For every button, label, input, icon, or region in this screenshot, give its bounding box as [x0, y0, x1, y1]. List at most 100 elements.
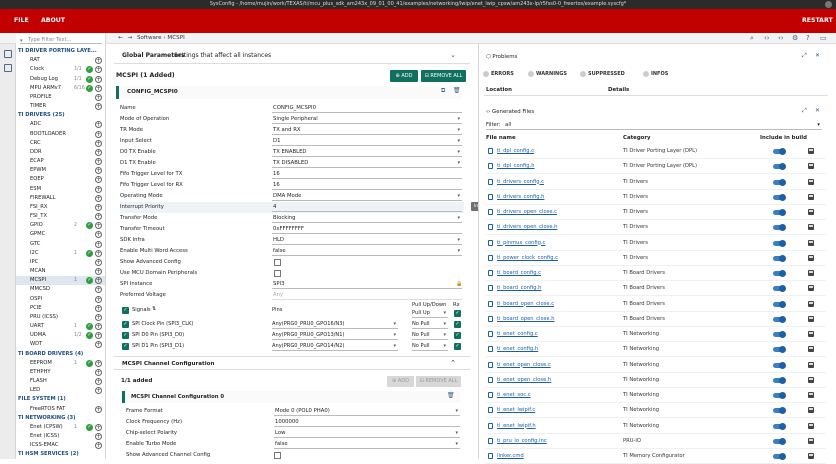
code-view-icon[interactable]: ‹› — [764, 34, 770, 42]
generated-expand-icon[interactable]: ⤢ — [802, 107, 807, 115]
tree-item[interactable]: ECAP + — [16, 157, 105, 166]
param-value[interactable]: CONFIG_MCSPI0 — [272, 104, 462, 113]
add-circle-icon[interactable]: + — [95, 93, 102, 101]
tree-item[interactable]: GPIO 2 ✓ + — [16, 221, 105, 230]
tree-item[interactable]: GPMC + — [16, 230, 105, 239]
param-value[interactable]: Blocking — [272, 214, 462, 223]
save-icon[interactable] — [808, 224, 814, 231]
file-link[interactable]: ti_drivers_config.h — [497, 190, 544, 205]
save-icon[interactable] — [808, 407, 814, 414]
include-toggle[interactable] — [773, 376, 786, 384]
channel-param-checkbox[interactable] — [274, 452, 281, 459]
include-toggle[interactable] — [773, 209, 786, 216]
add-circle-icon[interactable]: + — [95, 323, 102, 331]
back-icon[interactable]: ← — [118, 35, 123, 41]
tree-item[interactable]: Enet (ICSS) + — [16, 432, 105, 441]
include-toggle[interactable] — [773, 392, 786, 399]
tree-item[interactable]: OSPI + — [16, 295, 105, 304]
signal-pull-select[interactable]: No Pull — [412, 331, 448, 340]
signal-checkbox[interactable]: ✓ — [122, 343, 129, 350]
file-link[interactable]: ti_enet_soc.c — [497, 388, 531, 403]
tree-item[interactable]: Enet (CPSW) 1 ✓ + — [16, 423, 105, 432]
save-icon[interactable] — [808, 437, 814, 444]
layout-icon[interactable]: ▭ — [820, 34, 827, 42]
menu-about[interactable]: ABOUT — [41, 9, 65, 33]
signal-rx-checkbox[interactable]: ✓ — [454, 343, 461, 350]
add-circle-icon[interactable]: + — [95, 286, 102, 294]
tree-item[interactable]: FreeRTOS FAT + — [16, 405, 105, 414]
tree-group-header[interactable]: TI NETWORKING (3) — [16, 414, 105, 423]
chevron-up-icon[interactable]: ⌃ — [450, 359, 456, 367]
save-icon[interactable] — [808, 239, 814, 246]
copy-icon[interactable]: ⧉ — [441, 87, 445, 95]
add-circle-icon[interactable]: + — [95, 332, 102, 340]
problem-filter-chip[interactable]: INFOS — [643, 70, 668, 78]
add-circle-icon[interactable]: + — [95, 121, 102, 129]
add-circle-icon[interactable]: + — [95, 258, 102, 266]
tree-item[interactable]: FLASH + — [16, 377, 105, 386]
channel-param-value[interactable]: Mode 0 (POL0 PHA0) — [274, 407, 460, 416]
add-circle-icon[interactable]: + — [95, 139, 102, 147]
tree-item[interactable]: EEPROM 1 ✓ + — [16, 359, 105, 368]
tree-group-header[interactable]: TI BOARD DRIVERS (4) — [16, 350, 105, 359]
tree-item[interactable]: I2C 1 ✓ + — [16, 249, 105, 258]
include-toggle[interactable] — [773, 315, 786, 323]
include-toggle[interactable] — [773, 148, 786, 155]
tree-item[interactable]: MCAN + — [16, 267, 105, 276]
file-link[interactable]: ti_enet_lwipif.c — [497, 403, 535, 418]
add-circle-icon[interactable]: + — [95, 378, 102, 386]
menu-file[interactable]: FILE — [14, 9, 29, 33]
save-icon[interactable] — [808, 376, 814, 383]
save-icon[interactable] — [808, 270, 814, 276]
add-circle-icon[interactable]: + — [95, 176, 102, 184]
add-circle-icon[interactable]: + — [95, 66, 102, 74]
file-link[interactable]: ti_enet_open_close.c — [497, 358, 551, 373]
lock-icon[interactable]: 🔒 — [456, 279, 462, 290]
add-circle-icon[interactable]: + — [95, 167, 102, 175]
param-value[interactable]: 4 — [272, 203, 462, 212]
param-value[interactable]: D1 — [272, 137, 462, 146]
file-link[interactable]: ti_board_config.h — [497, 281, 541, 296]
include-toggle[interactable] — [773, 254, 786, 262]
signal-pin-select[interactable]: Any(PRG0_PRU0_GPO14/N2) — [272, 342, 398, 351]
close-generated-icon[interactable]: ✕ — [815, 107, 820, 114]
add-circle-icon[interactable]: + — [95, 341, 102, 349]
save-icon[interactable] — [808, 422, 814, 429]
tree-item[interactable]: EPWM + — [16, 166, 105, 175]
channel-param-value[interactable]: 1000000 — [274, 418, 460, 427]
tree-item[interactable]: FSI_RX + — [16, 203, 105, 212]
add-circle-icon[interactable]: + — [95, 433, 102, 441]
add-circle-icon[interactable]: + — [95, 405, 102, 413]
tree-item[interactable]: Debug Log 1/1 ✓ + — [16, 75, 105, 84]
signal-rx-checkbox[interactable]: ✓ — [454, 321, 461, 328]
instance-header[interactable]: CONFIG_MCSPI0 ⧉ 🗑 — [116, 86, 462, 99]
param-value[interactable]: 16 — [272, 170, 462, 179]
close-problems-icon[interactable]: ✕ — [815, 52, 820, 59]
file-link[interactable]: ti_pru_io_config.inc — [497, 434, 547, 449]
file-link[interactable]: ti_enet_open_close.h — [497, 373, 551, 388]
window-close-button[interactable] — [825, 1, 832, 8]
save-icon[interactable] — [808, 254, 814, 261]
include-toggle[interactable] — [773, 270, 786, 277]
add-circle-icon[interactable]: + — [95, 194, 102, 202]
include-toggle[interactable] — [773, 193, 786, 201]
save-icon[interactable] — [808, 178, 814, 185]
include-toggle[interactable] — [773, 407, 786, 415]
tree-group-header[interactable]: FILE SYSTEM (1) — [16, 395, 105, 404]
file-link[interactable]: ti_enet_config.h — [497, 342, 538, 357]
param-value[interactable]: 16 — [272, 181, 462, 190]
include-toggle[interactable] — [773, 224, 786, 232]
code-view-alt-icon[interactable]: ‹› — [778, 34, 784, 42]
tree-item[interactable]: ICSS-EMAC + — [16, 441, 105, 450]
add-circle-icon[interactable]: + — [95, 295, 102, 303]
save-icon[interactable] — [808, 346, 814, 353]
channel-section-header[interactable]: MCSPI Channel Configuration ⌃ — [114, 356, 470, 370]
add-circle-icon[interactable]: + — [95, 313, 102, 321]
file-name-col[interactable]: File name — [486, 135, 516, 141]
file-link[interactable]: ti_power_clock_config.c — [497, 251, 558, 266]
file-filter-select[interactable]: Filter: all ▾ — [486, 121, 822, 130]
add-circle-icon[interactable]: + — [95, 240, 102, 248]
channel-instance-header[interactable]: MCSPI Channel Configuration 0 🗑 — [122, 391, 460, 403]
device-view-icon[interactable] — [4, 64, 12, 72]
tree-item[interactable]: UDMA 1/2 ✓ + — [16, 331, 105, 340]
